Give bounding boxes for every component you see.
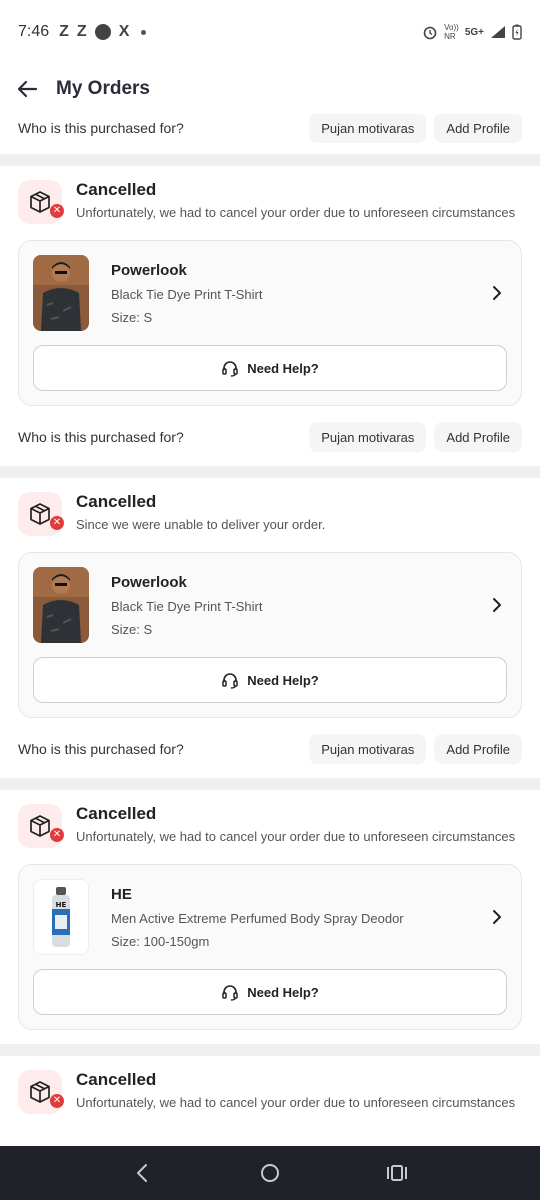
need-help-button[interactable]: Need Help?	[33, 657, 507, 703]
order-status-header: ✕ Cancelled Unfortunately, we had to can…	[18, 166, 522, 224]
product-card[interactable]: HE HE Men Active Extreme Perfumed Body S…	[18, 864, 522, 1030]
need-help-label: Need Help?	[247, 360, 319, 376]
system-icons: Vo)) NR 5G+	[422, 23, 522, 41]
order-card: ✕ Cancelled Unfortunately, we had to can…	[0, 166, 540, 406]
order-card: ✕ Cancelled Unfortunately, we had to can…	[0, 1056, 540, 1114]
need-help-label: Need Help?	[247, 984, 319, 1000]
product-row[interactable]: Powerlook Black Tie Dye Print T-Shirt Si…	[33, 567, 507, 643]
signal-icon	[491, 26, 505, 38]
purchased-for-row: Who is this purchased for? Pujan motivar…	[0, 414, 540, 460]
order-status-header: ✕ Cancelled Unfortunately, we had to can…	[18, 1056, 522, 1114]
chevron-right-icon[interactable]	[487, 283, 507, 303]
order-status-description: Unfortunately, we had to cancel your ord…	[76, 205, 516, 220]
purchased-for-question: Who is this purchased for?	[18, 741, 184, 757]
more-notifications-icon	[141, 29, 147, 35]
headset-icon	[222, 985, 238, 1001]
package-cancel-icon: ✕	[18, 492, 64, 536]
product-row[interactable]: HE HE Men Active Extreme Perfumed Body S…	[33, 879, 507, 955]
order-status-header: ✕ Cancelled Unfortunately, we had to can…	[18, 790, 522, 848]
product-name: Men Active Extreme Perfumed Body Spray D…	[111, 910, 404, 926]
order-card: ✕ Cancelled Unfortunately, we had to can…	[0, 790, 540, 1030]
product-image	[33, 255, 89, 331]
nav-home-icon[interactable]	[259, 1162, 281, 1184]
product-brand: HE	[111, 885, 132, 903]
network-type: 5G+	[464, 26, 484, 38]
order-status-title: Cancelled	[76, 804, 157, 823]
product-image: HE	[33, 879, 89, 955]
product-name: Black Tie Dye Print T-Shirt	[111, 286, 263, 302]
svg-text:HE: HE	[56, 901, 67, 909]
nav-back-icon[interactable]	[132, 1162, 154, 1184]
product-brand: Powerlook	[111, 573, 187, 591]
volte-indicator: Vo)) NR	[444, 23, 459, 41]
nav-recents-icon[interactable]	[386, 1162, 408, 1184]
headset-icon	[222, 361, 238, 377]
section-divider	[0, 1044, 540, 1056]
product-row[interactable]: Powerlook Black Tie Dye Print T-Shirt Si…	[33, 255, 507, 331]
order-status-title: Cancelled	[76, 180, 157, 199]
orders-list[interactable]: Who is this purchased for? Pujan motivar…	[0, 114, 540, 1146]
order-card: ✕ Cancelled Since we were unable to deli…	[0, 478, 540, 718]
volte-label: Vo))	[444, 23, 459, 32]
section-divider	[0, 154, 540, 166]
nr-label: NR	[444, 32, 456, 41]
profile-chip-pujan[interactable]: Pujan motivaras	[309, 114, 427, 143]
status-time: 7:46	[18, 23, 50, 40]
product-size: Size: 100-150gm	[111, 933, 210, 949]
system-nav-bar	[0, 1146, 540, 1200]
status-bar: 7:46 Z Z X Vo)) NR 5G+	[0, 0, 540, 64]
package-cancel-icon: ✕	[18, 804, 64, 848]
order-status-title: Cancelled	[76, 1070, 157, 1089]
need-help-button[interactable]: Need Help?	[33, 969, 507, 1015]
section-divider	[0, 466, 540, 478]
app-notification-icon: Z	[76, 23, 87, 40]
add-profile-chip[interactable]: Add Profile	[434, 422, 522, 452]
purchased-for-question: Who is this purchased for?	[18, 120, 184, 136]
product-size: Size: S	[111, 621, 153, 637]
x-notification-icon: X	[118, 23, 130, 40]
order-status-description: Since we were unable to deliver your ord…	[76, 517, 326, 532]
chevron-right-icon[interactable]	[487, 595, 507, 615]
need-help-button[interactable]: Need Help?	[33, 345, 507, 391]
purchased-for-question: Who is this purchased for?	[18, 429, 184, 445]
product-card[interactable]: Powerlook Black Tie Dye Print T-Shirt Si…	[18, 240, 522, 406]
product-brand: Powerlook	[111, 261, 187, 279]
app-notification-icon: Z	[59, 23, 69, 40]
section-divider	[0, 778, 540, 790]
arrow-left-icon	[17, 80, 38, 98]
notification-icons: Z Z X	[59, 23, 147, 41]
product-image	[33, 567, 89, 643]
page-title: My Orders	[56, 78, 150, 99]
battery-icon	[512, 24, 522, 40]
add-profile-chip[interactable]: Add Profile	[434, 734, 522, 764]
alarm-icon	[423, 26, 437, 40]
app-header: My Orders	[0, 64, 540, 114]
order-status-title: Cancelled	[76, 492, 157, 511]
circle-notification-icon	[94, 24, 111, 40]
product-size: Size: S	[111, 309, 153, 325]
package-cancel-icon: ✕	[18, 1070, 64, 1114]
add-profile-chip[interactable]: Add Profile	[434, 114, 522, 143]
product-card[interactable]: Powerlook Black Tie Dye Print T-Shirt Si…	[18, 552, 522, 718]
order-status-description: Unfortunately, we had to cancel your ord…	[76, 1095, 516, 1110]
purchased-for-row: Who is this purchased for? Pujan motivar…	[0, 114, 540, 148]
back-button[interactable]	[14, 76, 40, 102]
profile-chip-pujan[interactable]: Pujan motivaras	[309, 422, 427, 452]
headset-icon	[222, 673, 238, 689]
order-status-description: Unfortunately, we had to cancel your ord…	[76, 829, 516, 844]
profile-chip-pujan[interactable]: Pujan motivaras	[309, 734, 427, 764]
order-status-header: ✕ Cancelled Since we were unable to deli…	[18, 478, 522, 536]
package-cancel-icon: ✕	[18, 180, 64, 224]
need-help-label: Need Help?	[247, 672, 319, 688]
product-name: Black Tie Dye Print T-Shirt	[111, 598, 263, 614]
purchased-for-row: Who is this purchased for? Pujan motivar…	[0, 726, 540, 772]
chevron-right-icon[interactable]	[487, 907, 507, 927]
